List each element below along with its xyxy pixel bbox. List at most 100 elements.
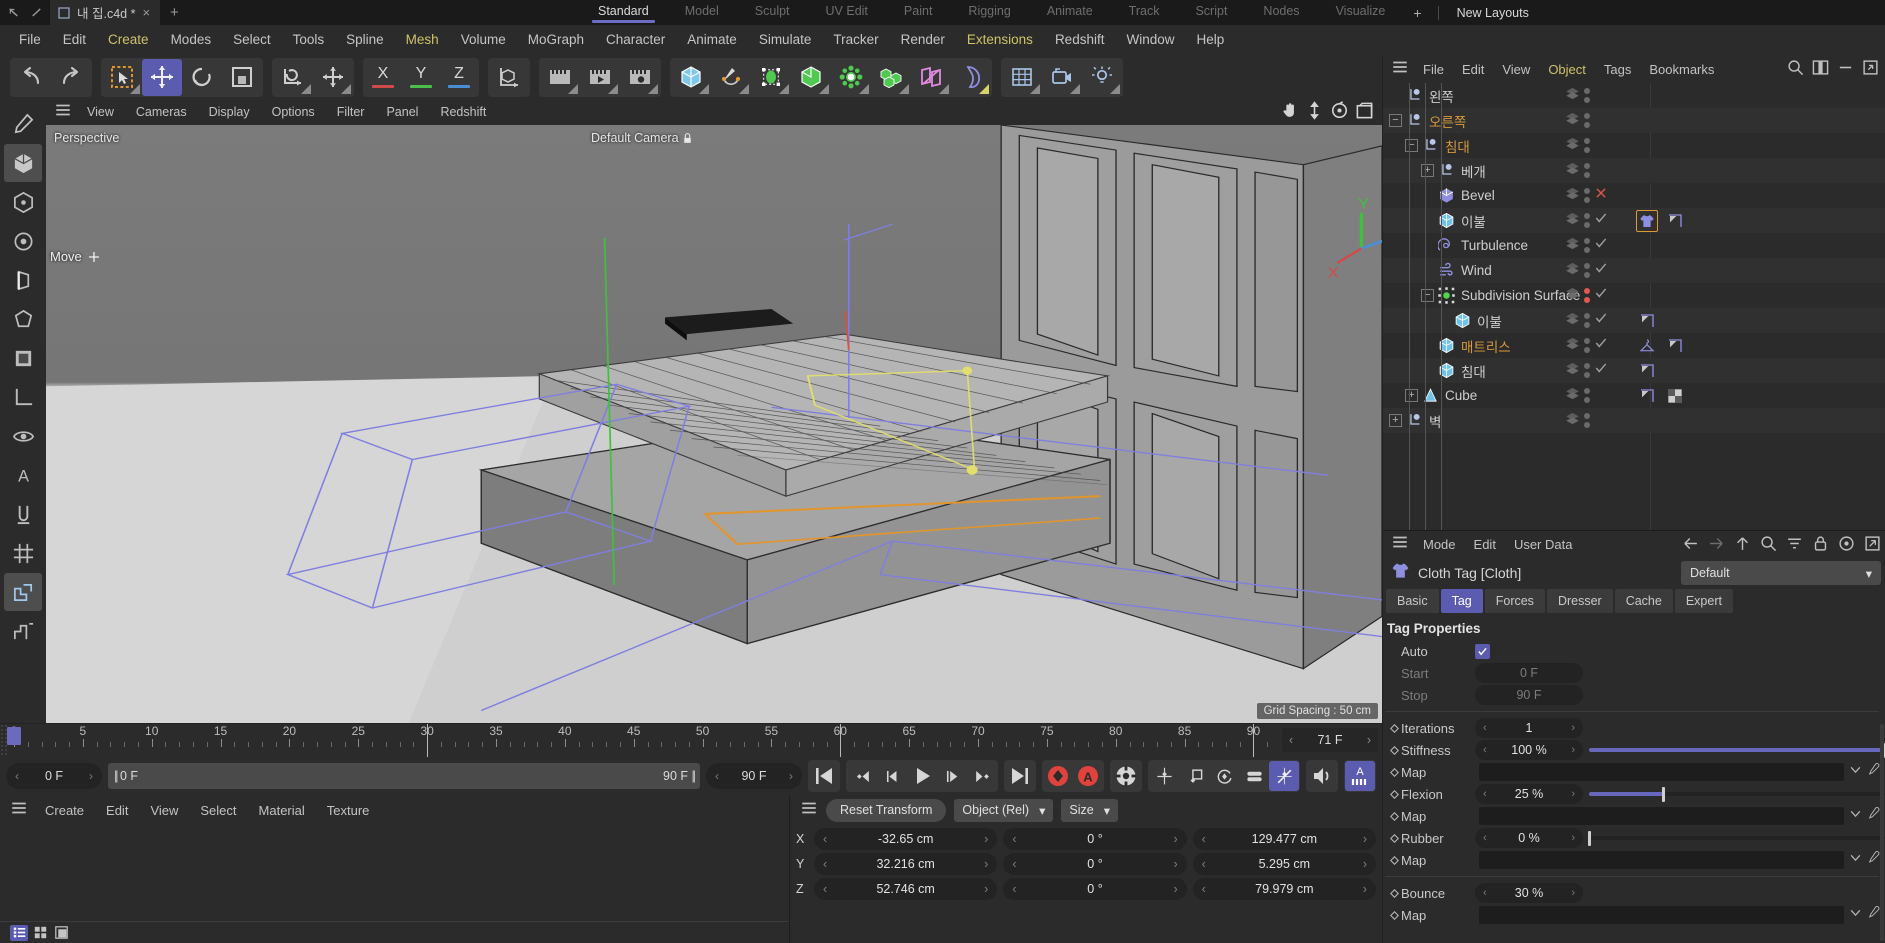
property-stepper[interactable]: ‹ 25 % ›: [1475, 784, 1583, 804]
layout-tab-model[interactable]: Model: [667, 0, 737, 25]
search-icon[interactable]: [1760, 535, 1777, 552]
eyedropper-icon[interactable]: [1867, 807, 1880, 825]
attribute-tab-basic[interactable]: Basic: [1386, 589, 1439, 613]
menu-item-render[interactable]: Render: [890, 25, 956, 55]
prev-arrow-icon[interactable]: ‹: [1202, 882, 1206, 896]
map-field[interactable]: [1479, 763, 1844, 781]
axis-mode-button[interactable]: A: [4, 456, 42, 494]
keyframe-diamond-icon[interactable]: [1387, 910, 1401, 920]
menu-item-tracker[interactable]: Tracker: [822, 25, 889, 55]
visibility-dots[interactable]: [1584, 263, 1590, 278]
phong-tag-icon[interactable]: [1664, 210, 1686, 232]
property-stepper[interactable]: ‹ 1 ›: [1475, 718, 1583, 738]
map-field[interactable]: [1479, 851, 1844, 869]
redo-button[interactable]: [51, 59, 91, 96]
workplane-button[interactable]: [4, 378, 42, 416]
layout-tab-visualize[interactable]: Visualize: [1318, 0, 1404, 25]
new-layouts-button[interactable]: New Layouts: [1445, 6, 1541, 20]
chevron-down-icon[interactable]: [1849, 807, 1862, 825]
add-layout-button[interactable]: +: [1403, 5, 1431, 21]
chevron-down-icon[interactable]: [1849, 906, 1862, 924]
prev-arrow-icon[interactable]: ‹: [1202, 857, 1206, 871]
go-to-start-button[interactable]: [809, 761, 839, 791]
slider-knob[interactable]: [1661, 786, 1665, 802]
prev-arrow-icon[interactable]: ‹: [823, 882, 827, 896]
object-manager-burger-icon[interactable]: [1391, 58, 1409, 81]
keyframe-diamond-icon[interactable]: [1387, 855, 1401, 865]
preview-end-stepper[interactable]: ‹ 90 F ›: [706, 763, 802, 789]
next-key-button[interactable]: [967, 761, 997, 791]
live-selection-button[interactable]: [102, 59, 142, 96]
paint-tool-button[interactable]: [4, 105, 42, 143]
am-menu-edit[interactable]: Edit: [1465, 537, 1505, 552]
attribute-tab-forces[interactable]: Forces: [1484, 589, 1545, 613]
next-arrow-icon[interactable]: ›: [1363, 882, 1367, 896]
texture-tag-icon[interactable]: [1664, 385, 1686, 407]
rotation-key-button[interactable]: [1209, 761, 1239, 791]
visibility-dots[interactable]: [1584, 138, 1590, 153]
layer-icon[interactable]: [1565, 161, 1580, 181]
eyedropper-icon[interactable]: [1867, 906, 1880, 924]
model-mode-button[interactable]: [4, 144, 42, 182]
chevron-down-icon[interactable]: [1849, 851, 1862, 869]
visibility-dots[interactable]: [1584, 188, 1590, 203]
property-stepper[interactable]: ‹ 30 % ›: [1475, 883, 1583, 903]
eyedropper-icon[interactable]: [1867, 851, 1880, 869]
prev-arrow-icon[interactable]: ‹: [1289, 733, 1293, 747]
layer-icon[interactable]: [1565, 236, 1580, 256]
layer-icon[interactable]: [1565, 336, 1580, 356]
size-y-field[interactable]: ‹ 5.295 cm ›: [1192, 852, 1376, 875]
visibility-dots[interactable]: [1584, 113, 1590, 128]
viewport-menu-filter[interactable]: Filter: [326, 105, 376, 119]
quantize-button[interactable]: [4, 612, 42, 650]
render-visibility-dot[interactable]: [1584, 247, 1590, 253]
visibility-dots[interactable]: [1584, 338, 1590, 353]
timeline-track[interactable]: 051015202530354045505560657075808590: [7, 724, 1278, 757]
menu-item-mograph[interactable]: MoGraph: [517, 25, 595, 55]
chevron-down-icon[interactable]: [1849, 763, 1862, 781]
visibility-dots[interactable]: [1584, 238, 1590, 253]
render-visibility-dot[interactable]: [1584, 147, 1590, 153]
editor-visibility-dot[interactable]: [1584, 188, 1590, 194]
expand-icon[interactable]: +: [1405, 389, 1418, 402]
prev-key-button[interactable]: [847, 761, 877, 791]
attribute-tab-dresser[interactable]: Dresser: [1546, 589, 1613, 613]
preview-view-button[interactable]: [52, 925, 70, 941]
editor-visibility-dot[interactable]: [1584, 213, 1590, 219]
enabled-check-icon[interactable]: [1594, 236, 1608, 255]
next-arrow-icon[interactable]: ›: [1173, 857, 1177, 871]
next-arrow-icon[interactable]: ›: [984, 882, 988, 896]
collapse-icon[interactable]: −: [1389, 114, 1402, 127]
property-field[interactable]: 90 F: [1475, 685, 1583, 705]
next-arrow-icon[interactable]: ›: [984, 857, 988, 871]
orbit-icon[interactable]: [1330, 101, 1349, 120]
layout-tab-animate[interactable]: Animate: [1029, 0, 1111, 25]
keyframe-diamond-icon[interactable]: [1387, 811, 1401, 821]
prev-arrow-icon[interactable]: ‹: [1012, 882, 1016, 896]
prev-arrow-icon[interactable]: ‹: [1012, 857, 1016, 871]
size-mode-select[interactable]: Size ▾: [1061, 798, 1118, 822]
menu-item-select[interactable]: Select: [222, 25, 282, 55]
timeline-ruler[interactable]: 051015202530354045505560657075808590 ‹ 7…: [0, 723, 1382, 757]
enable-axis-button[interactable]: [313, 59, 353, 96]
menu-item-create[interactable]: Create: [97, 25, 160, 55]
texture-mode-button[interactable]: [4, 339, 42, 377]
object-axis-button[interactable]: [489, 59, 529, 96]
prev-arrow-icon[interactable]: ‹: [1012, 832, 1016, 846]
prev-arrow-icon[interactable]: ‹: [823, 857, 827, 871]
prev-arrow-icon[interactable]: ‹: [1483, 832, 1487, 844]
menu-item-simulate[interactable]: Simulate: [748, 25, 823, 55]
next-arrow-icon[interactable]: ›: [1571, 788, 1575, 800]
slider-knob[interactable]: [1587, 830, 1591, 846]
object-row[interactable]: Turbulence: [1383, 233, 1885, 258]
keyframe-diamond-icon[interactable]: [1387, 767, 1401, 777]
forward-arrow-icon[interactable]: [1708, 535, 1725, 552]
am-menu-mode[interactable]: Mode: [1414, 537, 1465, 552]
render-visibility-dot[interactable]: [1584, 322, 1590, 328]
rotation-y-field[interactable]: ‹ 0 ° ›: [1003, 852, 1187, 875]
list-view-button[interactable]: [10, 924, 28, 941]
object-row[interactable]: 매트리스: [1383, 333, 1885, 358]
visibility-dots[interactable]: [1584, 88, 1590, 103]
render-visibility-dot[interactable]: [1584, 397, 1590, 403]
menu-item-file[interactable]: File: [8, 25, 52, 55]
